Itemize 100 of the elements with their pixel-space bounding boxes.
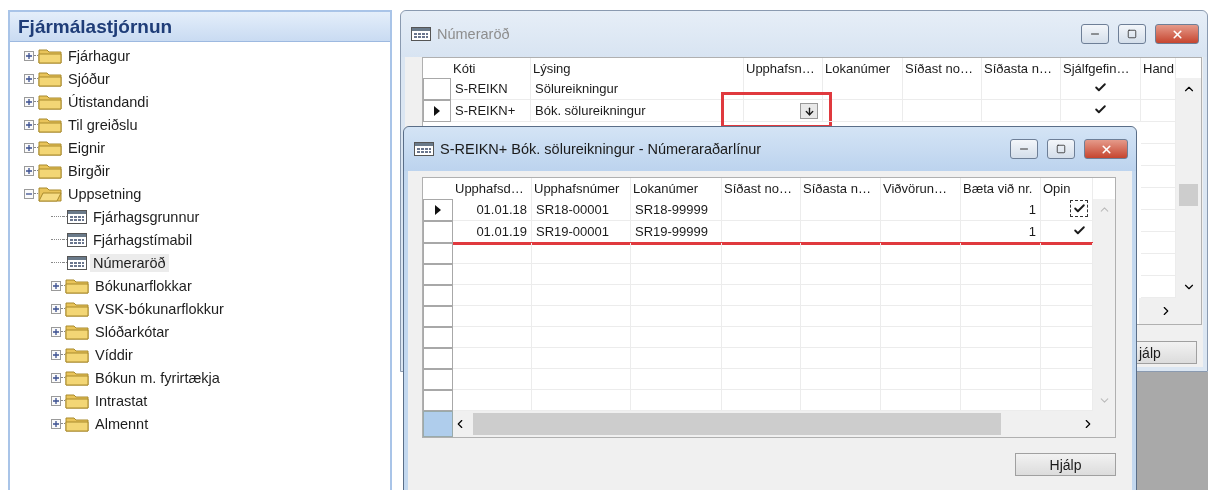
tree-item[interactable]: Til greiðslu [65,115,141,134]
check-icon[interactable] [1094,81,1107,94]
tree-item[interactable]: Almennt [92,414,152,433]
tree-item[interactable]: Víddir [92,345,136,364]
column-header[interactable]: Kóti [451,58,531,78]
horizontal-scrollbar[interactable] [1139,298,1201,324]
table-cell: SR18-99999 [631,199,722,221]
tree-item[interactable]: Sjóður [65,69,113,88]
table-cell: SR18-00001 [532,199,631,221]
folder-icon [65,323,89,340]
expand-icon[interactable] [51,280,61,291]
tree-item[interactable]: Slóðarkótar [92,322,173,341]
table-icon [67,255,87,270]
column-header[interactable]: Lokanúmer [631,178,722,199]
close-button[interactable] [1155,24,1199,44]
folder-icon [65,277,89,294]
lookup-button[interactable] [800,103,818,119]
panel-title: Fjármálastjórnun [10,12,390,42]
arrow-down-icon [803,105,815,117]
folder-icon [65,346,89,363]
vertical-scrollbar[interactable] [1093,199,1115,411]
maximize-icon [1127,29,1137,39]
expand-icon[interactable] [51,326,61,337]
tree-item[interactable]: Númeraröð [90,253,169,272]
current-row-icon [434,106,440,116]
expand-icon[interactable] [51,303,61,314]
column-header[interactable]: Viðvörun… [881,178,961,199]
table-icon [67,232,87,247]
help-button[interactable]: Hjálp [1015,453,1116,476]
checkbox[interactable] [1070,200,1088,217]
expand-icon[interactable] [51,372,61,383]
close-icon [1099,142,1113,156]
tree-item[interactable]: Uppsetning [65,184,145,203]
column-header[interactable]: Bæta við nr. [961,178,1041,199]
close-button[interactable] [1084,139,1128,159]
folder-icon [65,300,89,317]
folder-icon [65,392,89,409]
column-header[interactable]: Síðasta n… [801,178,881,199]
row-selector[interactable] [423,199,453,221]
window-title: Númeraröð [437,26,511,42]
folder-icon [38,139,62,156]
maximize-icon [1056,144,1066,154]
column-header[interactable]: Opin [1041,178,1093,199]
minimize-button[interactable] [1081,24,1109,44]
table-cell: Bók. sölureikningur [531,100,744,122]
folder-icon [38,47,62,64]
tree-item[interactable]: Bókun m. fyrirtækja [92,368,223,387]
table-icon [411,27,431,41]
current-row-icon [435,205,441,215]
column-header[interactable]: Lokanúmer [823,58,903,78]
column-header[interactable]: Lýsing [531,58,744,78]
column-header[interactable]: Síðast no… [903,58,982,78]
row-selector[interactable] [423,100,451,122]
column-header[interactable]: Upphafsnúmer [532,178,631,199]
maximize-button[interactable] [1047,139,1075,159]
tree-item[interactable]: Fjárhagur [65,46,134,65]
tree-item[interactable]: VSK-bókunarflokkur [92,299,227,318]
check-icon [1072,224,1086,237]
expand-icon[interactable] [51,395,61,406]
window-title: S-REIKN+ Bók. sölureikningur - Númeraraðarlínur [440,141,763,157]
collapse-icon[interactable] [24,188,34,199]
expand-icon[interactable] [24,142,34,153]
tree-item[interactable]: Intrastat [92,391,151,410]
check-icon[interactable] [1094,103,1107,116]
tree-item[interactable]: Birgðir [65,161,113,180]
table-cell: Sölureikningur [531,78,744,100]
tree-item[interactable]: Eignir [65,138,109,157]
folder-icon [38,93,62,110]
tree-item[interactable]: Fjárhagstímabil [90,230,196,249]
expand-icon[interactable] [51,418,61,429]
expand-icon[interactable] [24,96,34,107]
table-cell: 1 [961,199,1041,221]
table-icon [414,142,434,156]
expand-icon[interactable] [24,73,34,84]
vertical-scrollbar[interactable] [1176,78,1201,298]
close-icon [1170,27,1184,41]
horizontal-scrollbar[interactable] [453,411,1115,437]
expand-icon[interactable] [24,165,34,176]
check-icon [1072,202,1086,215]
expand-icon[interactable] [24,50,34,61]
folder-icon [65,369,89,386]
maximize-button[interactable] [1118,24,1146,44]
folder-icon [65,415,89,432]
tree-item[interactable]: Bókunarflokkar [92,276,195,295]
column-header[interactable]: Hand [1141,58,1176,78]
scrollbar-thumb[interactable] [1179,184,1198,206]
folder-icon [38,116,62,133]
tree-item[interactable]: Útistandandi [65,92,152,111]
scrollbar-corner [423,411,453,437]
minimize-button[interactable] [1010,139,1038,159]
expand-icon[interactable] [51,349,61,360]
folder-icon [38,162,62,179]
column-header[interactable]: Upphafsn… [744,58,823,78]
column-header[interactable]: Upphafsd… [453,178,532,199]
column-header[interactable]: Sjálfgefin… [1061,58,1141,78]
help-button[interactable]: jálp [1137,341,1197,364]
column-header[interactable]: Síðast no… [722,178,801,199]
tree-item[interactable]: Fjárhagsgrunnur [90,207,203,226]
expand-icon[interactable] [24,119,34,130]
column-header[interactable]: Síðasta n… [982,58,1061,78]
